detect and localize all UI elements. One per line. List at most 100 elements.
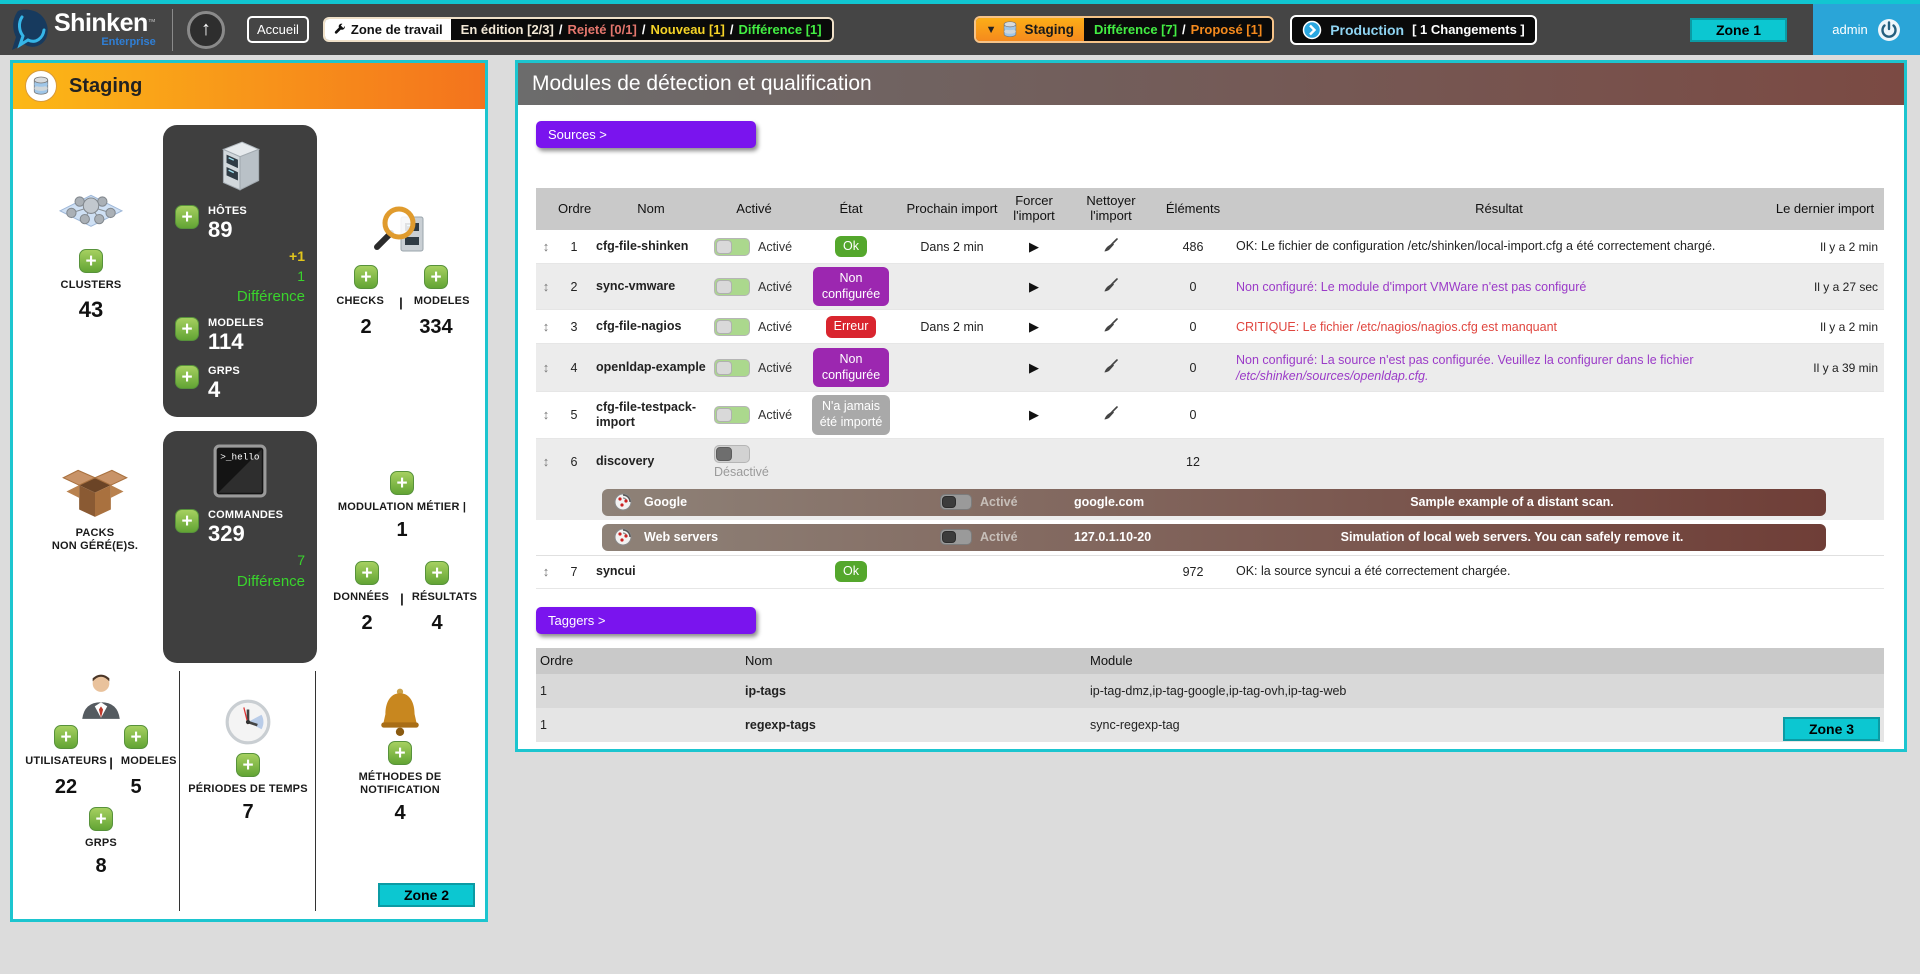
add-modulation-button[interactable]: + — [390, 471, 414, 495]
force-import-icon[interactable]: ▶ — [1029, 239, 1039, 254]
add-command-button[interactable]: + — [175, 509, 199, 533]
add-resultats-button[interactable]: + — [425, 561, 449, 585]
clusters-label[interactable]: CLUSTERS — [21, 279, 161, 291]
force-import-icon[interactable]: ▶ — [1029, 279, 1039, 294]
source-name[interactable]: cfg-file-nagios — [592, 316, 710, 337]
enabled-toggle[interactable] — [714, 278, 750, 296]
next-import — [904, 365, 1000, 371]
row-order: 7 — [556, 562, 592, 582]
modeles-label[interactable]: MODELES — [208, 317, 264, 329]
checks-modeles-value: 334 — [405, 316, 467, 339]
add-check-button[interactable]: + — [354, 265, 378, 289]
broom-icon[interactable] — [1103, 358, 1119, 374]
add-user-group-button[interactable]: + — [89, 807, 113, 831]
source-name[interactable]: sync-vmware — [592, 276, 710, 297]
enabled-toggle[interactable] — [714, 445, 750, 463]
sources-table-header: Ordre Nom Activé État Prochain import Fo… — [536, 188, 1884, 230]
add-host-model-button[interactable]: + — [175, 317, 199, 341]
checks-modeles-label[interactable]: MODELES — [411, 295, 473, 307]
user-menu[interactable]: admin — [1813, 4, 1920, 55]
hosts-label[interactable]: HÔTES — [208, 205, 247, 217]
staging-dropdown-button[interactable]: ▼ Staging — [976, 18, 1084, 41]
table-row: ↕ 5 cfg-file-testpack-import Activé N'a … — [536, 392, 1884, 438]
tagger-row[interactable]: 1 ip-tags ip-tag-dmz,ip-tag-google,ip-ta… — [536, 674, 1884, 708]
force-import-icon[interactable]: ▶ — [1029, 407, 1039, 422]
commands-difference-label[interactable]: Différence — [175, 571, 305, 592]
rule-enabled-toggle[interactable] — [940, 494, 972, 510]
add-timeperiod-button[interactable]: + — [236, 753, 260, 777]
hosts-difference-label[interactable]: Différence — [175, 286, 305, 307]
add-notification-method-button[interactable]: + — [388, 741, 412, 765]
commands-label[interactable]: COMMANDES — [208, 509, 283, 521]
commands-block: >_hello + COMMANDES 329 7 Différence — [163, 431, 317, 663]
discovery-subrow-container: Web servers Activé 127.0.1.10-20 Simulat… — [536, 520, 1884, 555]
hosts-block: + HÔTES 89 +1 1 Différence + MODELES 114… — [163, 125, 317, 417]
row-order: 5 — [556, 405, 592, 425]
broom-icon[interactable] — [1103, 237, 1119, 253]
add-user-model-button[interactable]: + — [124, 725, 148, 749]
force-import-icon[interactable]: ▶ — [1029, 360, 1039, 375]
col-etat: État — [798, 198, 904, 221]
rule-enabled-toggle[interactable] — [940, 529, 972, 545]
elements-count: 0 — [1154, 277, 1232, 297]
production-button[interactable]: Production [ 1 Changements ] — [1290, 15, 1537, 45]
drag-handle-icon[interactable]: ↕ — [536, 451, 556, 472]
source-name[interactable]: syncui — [592, 561, 710, 582]
source-name[interactable]: openldap-example — [592, 357, 710, 378]
server-icon — [211, 137, 269, 195]
home-button[interactable]: Accueil — [247, 16, 309, 43]
drag-handle-icon[interactable]: ↕ — [536, 276, 556, 297]
workzone-menu[interactable]: Zone de travail En édition [2/3] / Rejet… — [323, 17, 834, 42]
scroll-top-button[interactable]: ↑ — [187, 11, 225, 49]
add-check-model-button[interactable]: + — [424, 265, 448, 289]
grps-label[interactable]: GRPS — [208, 365, 240, 377]
shinken-brand[interactable]: Shinken™ Enterprise — [0, 4, 172, 55]
periods-label[interactable]: PÉRIODES DE TEMPS — [185, 783, 311, 795]
add-donnees-button[interactable]: + — [355, 561, 379, 585]
add-user-button[interactable]: + — [54, 725, 78, 749]
resultats-label[interactable]: RÉSULTATS — [412, 591, 474, 603]
add-cluster-button[interactable]: + — [79, 249, 103, 273]
donnees-label[interactable]: DONNÉES — [330, 591, 392, 603]
users-grps-value: 8 — [27, 855, 175, 878]
taggers-table-header: Ordre Nom Module — [536, 648, 1884, 674]
modulation-label[interactable]: MODULATION MÉTIER | — [323, 501, 481, 513]
broom-icon[interactable] — [1103, 317, 1119, 333]
workzone-button[interactable]: Zone de travail — [325, 19, 451, 40]
source-name[interactable]: cfg-file-shinken — [592, 236, 710, 257]
checks-label[interactable]: CHECKS — [329, 295, 391, 307]
add-host-button[interactable]: + — [175, 205, 199, 229]
users-label[interactable]: UTILISATEURS — [25, 755, 101, 767]
broom-icon[interactable] — [1103, 277, 1119, 293]
tagger-row[interactable]: 1 regexp-tags sync-regexp-tag — [536, 708, 1884, 742]
drag-handle-icon[interactable]: ↕ — [536, 236, 556, 257]
staging-panel-header: Staging — [13, 63, 485, 109]
sources-button[interactable]: Sources > — [536, 121, 756, 148]
force-import-icon[interactable]: ▶ — [1029, 319, 1039, 334]
enabled-toggle[interactable] — [714, 406, 750, 424]
drag-handle-icon[interactable]: ↕ — [536, 357, 556, 378]
enabled-toggle[interactable] — [714, 359, 750, 377]
enabled-toggle[interactable] — [714, 238, 750, 256]
enabled-label: Activé — [758, 361, 792, 375]
users-modeles-label[interactable]: MODELES — [121, 755, 177, 767]
add-host-group-button[interactable]: + — [175, 365, 199, 389]
notif-label-line1[interactable]: MÉTHODES DE — [321, 771, 479, 783]
elements-count: 12 — [1154, 452, 1232, 472]
enabled-toggle[interactable] — [714, 318, 750, 336]
source-name[interactable]: discovery — [592, 451, 710, 472]
drag-handle-icon[interactable]: ↕ — [536, 316, 556, 337]
staging-menu[interactable]: ▼ Staging Différence [7] / Proposé [1] — [974, 16, 1275, 43]
discovery-rule-row[interactable]: Google Activé google.com Sample example … — [602, 489, 1826, 516]
drag-handle-icon[interactable]: ↕ — [536, 404, 556, 425]
discovery-rule-row[interactable]: Web servers Activé 127.0.1.10-20 Simulat… — [602, 524, 1826, 551]
taggers-button[interactable]: Taggers > — [536, 607, 756, 634]
power-icon[interactable] — [1877, 18, 1901, 42]
checks-block: + + CHECKS | MODELES 2 334 — [325, 201, 477, 339]
drag-handle-icon[interactable]: ↕ — [536, 561, 556, 582]
packs-label-line1[interactable]: PACKS — [31, 527, 159, 539]
users-grps-label[interactable]: GRPS — [27, 837, 175, 849]
broom-icon[interactable] — [1103, 405, 1119, 421]
panel-title: Modules de détection et qualification — [532, 72, 872, 96]
source-name[interactable]: cfg-file-testpack-import — [592, 397, 710, 433]
